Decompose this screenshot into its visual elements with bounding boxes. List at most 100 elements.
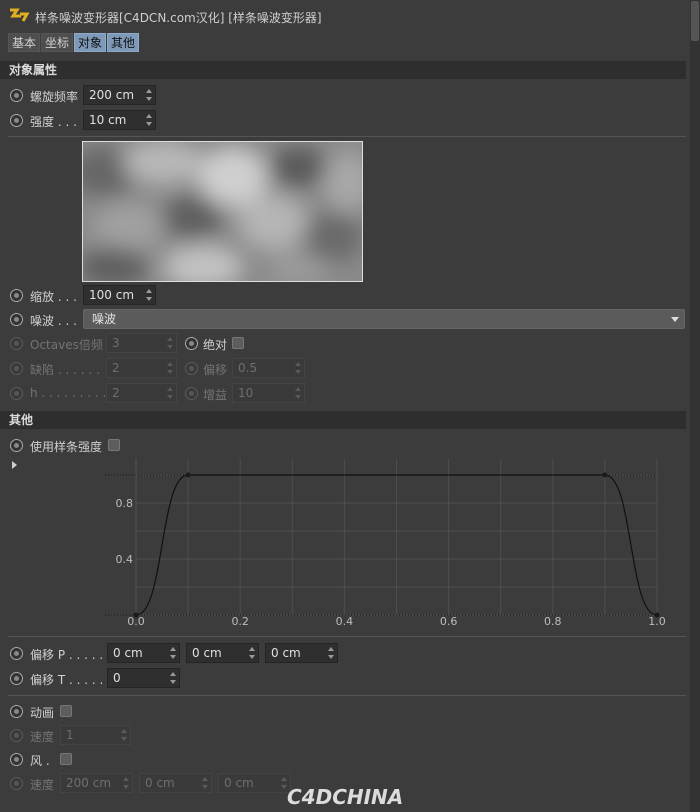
noise-preview [82, 141, 363, 282]
y-tick-label: 0.8 [116, 497, 134, 510]
stepper-icon[interactable] [295, 362, 301, 374]
chevron-down-icon [671, 317, 679, 322]
offset-p-radio[interactable] [10, 647, 23, 660]
scrollbar[interactable] [690, 0, 700, 812]
stepper-icon[interactable] [170, 647, 176, 659]
spline-point[interactable] [654, 612, 660, 618]
tab-coord[interactable]: 坐标 [41, 33, 74, 52]
animate-radio[interactable] [10, 705, 23, 718]
stepper-icon[interactable] [146, 89, 152, 101]
lacunarity-label: 缺陷 . . . . . . [30, 363, 100, 377]
stepper-icon[interactable] [167, 337, 173, 349]
lacunarity-field[interactable]: 2 [106, 358, 177, 378]
offset-p-y-field[interactable]: 0 cm [186, 643, 259, 663]
tab-basic[interactable]: 基本 [8, 33, 41, 52]
gain-field[interactable]: 10 [232, 383, 305, 403]
h-label: h . . . . . . . . . [30, 386, 107, 400]
absolute-checkbox[interactable] [232, 337, 244, 349]
stepper-icon[interactable] [121, 729, 127, 741]
speed2-y-field[interactable]: 0 cm [139, 773, 212, 793]
speed2-z-field[interactable]: 0 cm [218, 773, 291, 793]
offset-p-z-field[interactable]: 0 cm [265, 643, 338, 663]
stepper-icon[interactable] [170, 672, 176, 684]
noise-type-dropdown[interactable]: 噪波 [83, 309, 685, 329]
title-bar: 样条噪波变形器[C4DCN.com汉化] [样条噪波变形器] [0, 0, 700, 30]
spline-point[interactable] [185, 472, 191, 478]
spline-point[interactable] [133, 612, 139, 618]
stepper-icon[interactable] [167, 387, 173, 399]
scale-radio[interactable] [10, 289, 23, 302]
use-spline-strength-label: 使用样条强度 [30, 440, 103, 454]
spiral-freq-field[interactable]: 200 cm [83, 85, 156, 105]
gain-label: 增益 [203, 388, 228, 402]
speed2-x-field[interactable]: 200 cm [60, 773, 133, 793]
offset-p-x-field[interactable]: 0 cm [107, 643, 180, 663]
stepper-icon[interactable] [123, 777, 129, 789]
stepper-icon[interactable] [328, 647, 334, 659]
window-title: 样条噪波变形器[C4DCN.com汉化] [样条噪波变形器] [35, 11, 322, 25]
stepper-icon[interactable] [202, 777, 208, 789]
speed1-radio[interactable] [10, 729, 23, 742]
noise-label: 噪波 . . . [30, 314, 77, 328]
x-tick-label: 0.6 [440, 615, 458, 628]
animate-checkbox[interactable] [60, 705, 72, 717]
scale-label: 缩放 . . . [30, 290, 77, 304]
expand-arrow-icon[interactable] [12, 461, 18, 469]
section-header-object: 对象属性 [0, 61, 686, 79]
strength-label: 强度 . . . [30, 115, 77, 129]
stepper-icon[interactable] [146, 114, 152, 126]
offset-field[interactable]: 0.5 [232, 358, 305, 378]
divider [8, 695, 686, 696]
curve-grid [105, 459, 658, 616]
x-tick-label: 0.2 [231, 615, 249, 628]
wind-label: 风 . [30, 754, 50, 768]
absolute-radio[interactable] [185, 337, 198, 350]
speed1-label: 速度 [30, 730, 55, 744]
divider [8, 636, 686, 637]
section-header-other: 其他 [0, 411, 686, 429]
spline-point[interactable] [602, 472, 608, 478]
absolute-label: 绝对 [203, 338, 228, 352]
stepper-icon[interactable] [146, 289, 152, 301]
speed2-label: 速度 [30, 778, 55, 792]
spline-deformer-icon [10, 8, 30, 22]
octaves-label: Octaves倍频 [30, 338, 103, 352]
tab-other[interactable]: 其他 [107, 33, 140, 52]
scrollbar-thumb[interactable] [691, 1, 699, 41]
offset-t-field[interactable]: 0 [107, 668, 180, 688]
offset-label: 偏移 [203, 363, 228, 377]
noise-radio[interactable] [10, 313, 23, 326]
scale-field[interactable]: 100 cm [83, 285, 156, 305]
x-tick-label: 0.8 [544, 615, 562, 628]
spiral-freq-radio[interactable] [10, 89, 23, 102]
tab-object[interactable]: 对象 [74, 33, 107, 52]
y-tick-label: 0.4 [116, 553, 134, 566]
wind-radio[interactable] [10, 753, 23, 766]
watermark: C4DCHINA [287, 785, 404, 809]
speed1-field[interactable]: 1 [60, 725, 131, 745]
h-radio[interactable] [10, 387, 23, 400]
spiral-freq-label: 螺旋频率 [30, 90, 79, 104]
wind-checkbox[interactable] [60, 753, 72, 765]
offset-radio[interactable] [185, 362, 198, 375]
lacunarity-radio[interactable] [10, 362, 23, 375]
stepper-icon[interactable] [249, 647, 255, 659]
h-field[interactable]: 2 [106, 383, 177, 403]
offset-t-radio[interactable] [10, 672, 23, 685]
offset-t-label: 偏移 T . . . . . . [30, 673, 111, 687]
animate-label: 动画 [30, 706, 55, 720]
offset-p-label: 偏移 P . . . . . . [30, 648, 111, 662]
octaves-field[interactable]: 3 [106, 333, 177, 353]
divider [8, 136, 686, 137]
strength-field[interactable]: 10 cm [83, 110, 156, 130]
stepper-icon[interactable] [167, 362, 173, 374]
stepper-icon[interactable] [295, 387, 301, 399]
speed2-radio[interactable] [10, 777, 23, 790]
strength-radio[interactable] [10, 114, 23, 127]
gain-radio[interactable] [185, 387, 198, 400]
use-spline-strength-checkbox[interactable] [108, 439, 120, 451]
x-tick-label: 0.4 [336, 615, 354, 628]
octaves-radio[interactable] [10, 337, 23, 350]
use-spline-strength-radio[interactable] [10, 439, 23, 452]
spline-curve-editor[interactable]: 0.0 0.2 0.4 0.6 0.8 1.00.40.8 [105, 456, 685, 631]
